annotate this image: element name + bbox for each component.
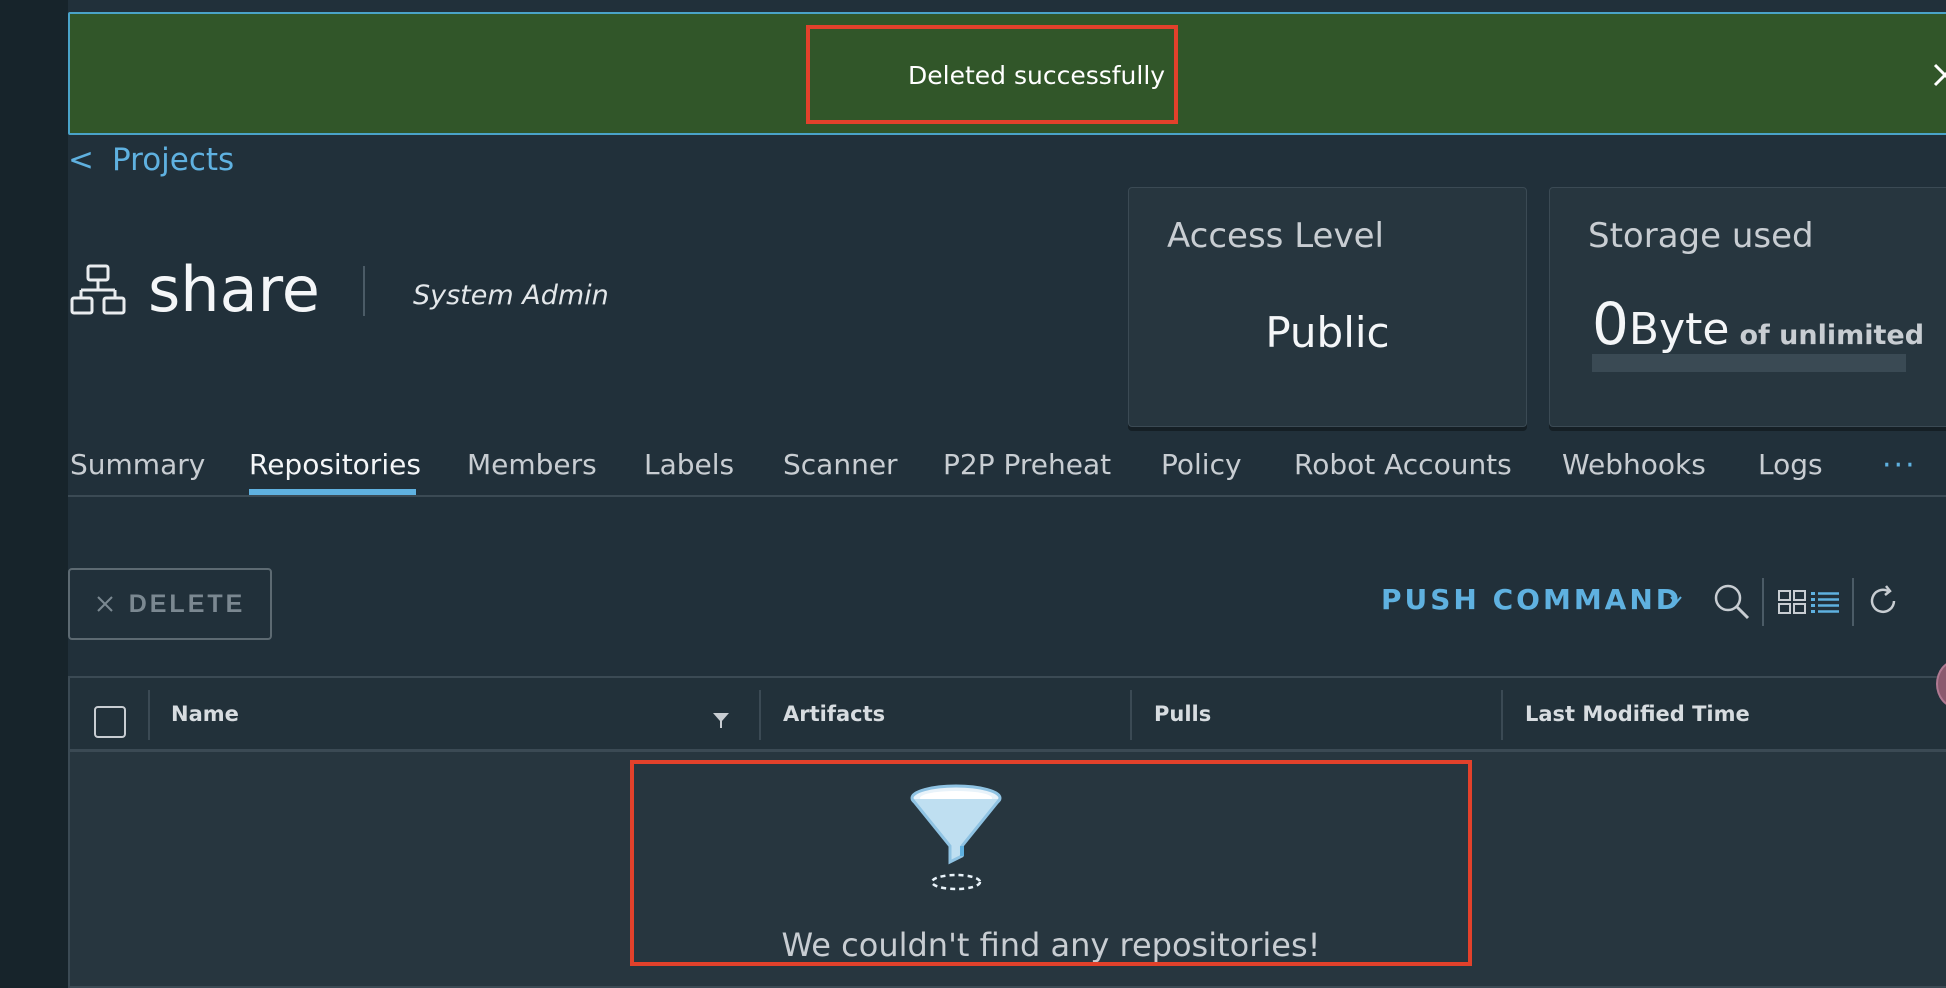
column-separator	[1501, 690, 1503, 740]
storage-used-card: Storage used 0Byte of unlimited	[1549, 187, 1946, 427]
tab-logs[interactable]: Logs	[1758, 448, 1823, 481]
toolbar-separator	[1852, 578, 1854, 626]
column-separator	[148, 690, 150, 740]
active-tab-indicator	[249, 489, 416, 495]
column-header-artifacts[interactable]: Artifacts	[783, 702, 885, 726]
column-header-pulls[interactable]: Pulls	[1154, 702, 1211, 726]
card-view-icon[interactable]	[1778, 590, 1806, 614]
column-header-name[interactable]: Name	[171, 702, 239, 726]
chevron-down-icon[interactable]	[1668, 592, 1684, 608]
table-header: Name Artifacts Pulls Last Modified Time	[70, 678, 1946, 752]
left-nav-strip	[0, 0, 68, 988]
user-role: System Admin	[413, 280, 609, 311]
breadcrumb[interactable]: < Projects	[68, 142, 234, 178]
tab-webhooks[interactable]: Webhooks	[1562, 448, 1706, 481]
storage-quota: of unlimited	[1739, 320, 1925, 351]
access-level-card: Access Level Public	[1128, 187, 1527, 427]
storage-used-value: 0Byte of unlimited	[1592, 290, 1924, 358]
filter-icon[interactable]	[711, 710, 731, 730]
more-tabs-icon[interactable]: ···	[1882, 448, 1917, 483]
storage-progress-bar	[1592, 354, 1906, 372]
tab-robot-accounts[interactable]: Robot Accounts	[1294, 448, 1512, 481]
storage-number: 0	[1592, 290, 1629, 358]
column-separator	[1130, 690, 1132, 740]
tab-labels[interactable]: Labels	[644, 448, 734, 481]
title-divider	[363, 266, 365, 316]
select-all-checkbox[interactable]	[94, 706, 126, 738]
toolbar-separator	[1762, 578, 1764, 626]
delete-x-icon	[96, 596, 113, 612]
tab-repositories[interactable]: Repositories	[249, 448, 421, 481]
access-level-value: Public	[1265, 308, 1390, 357]
toast-message: Deleted successfully	[908, 61, 1166, 90]
project-hierarchy-icon	[70, 264, 126, 315]
tab-members[interactable]: Members	[467, 448, 597, 481]
delete-label: DELETE	[128, 589, 246, 618]
list-view-icon[interactable]	[1810, 590, 1840, 614]
column-separator	[759, 690, 761, 740]
empty-state-message: We couldn't find any repositories!	[781, 926, 1321, 964]
push-command-dropdown[interactable]: PUSH COMMAND	[1381, 583, 1682, 616]
chevron-left-icon: <	[68, 142, 94, 178]
delete-button[interactable]: DELETE	[68, 568, 272, 640]
tab-summary[interactable]: Summary	[70, 448, 205, 481]
column-header-last-modified[interactable]: Last Modified Time	[1525, 702, 1750, 726]
breadcrumb-projects-link[interactable]: Projects	[112, 142, 234, 178]
refresh-icon[interactable]	[1866, 584, 1900, 618]
tab-p2p-preheat[interactable]: P2P Preheat	[943, 448, 1111, 481]
tab-scanner[interactable]: Scanner	[783, 448, 898, 481]
storage-used-title: Storage used	[1588, 216, 1814, 256]
search-icon[interactable]	[1712, 582, 1752, 622]
close-icon[interactable]	[1930, 60, 1946, 90]
tab-policy[interactable]: Policy	[1161, 448, 1242, 481]
storage-unit: Byte	[1628, 304, 1730, 355]
success-toast: Deleted successfully	[68, 12, 1946, 135]
page-title: share	[148, 253, 320, 326]
access-level-title: Access Level	[1167, 216, 1384, 256]
funnel-empty-icon	[910, 784, 1002, 891]
